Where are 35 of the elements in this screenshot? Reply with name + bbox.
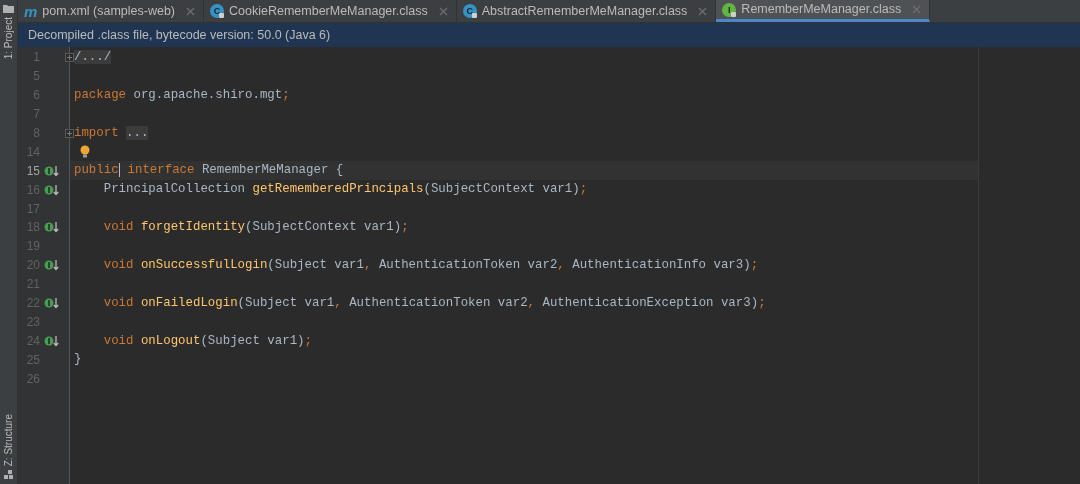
tab-label: pom.xml (samples-web) <box>42 2 175 20</box>
folder-icon <box>3 4 14 13</box>
file-tab[interactable]: I RememberMeManager.class <box>716 0 931 22</box>
line-number: 15 <box>25 162 40 180</box>
implemented-marker-icon[interactable] <box>44 334 60 347</box>
tab-label: AbstractRememberMeManager.class <box>481 2 688 20</box>
class-icon: C <box>462 4 477 18</box>
fold-icon[interactable] <box>65 128 74 138</box>
maven-icon: m <box>24 3 38 19</box>
code-line: package org.apache.shiro.mgt; <box>74 86 290 104</box>
implemented-marker-icon[interactable] <box>44 297 60 309</box>
lightbulb-icon[interactable] <box>80 144 90 159</box>
code-line: void forgetIdentity(SubjectContext var1); <box>102 219 409 237</box>
tool-window-button[interactable]: Z: Structure <box>1 413 16 480</box>
implemented-marker-icon[interactable] <box>44 164 60 177</box>
code-line: void onFailedLogin(Subject var1, AuthenticationToken var2, AuthenticationException var3); <box>102 294 766 312</box>
file-tab[interactable]: m pom.xml (samples-web) <box>18 0 204 22</box>
interface-icon: I <box>722 2 737 17</box>
tab-label: RememberMeManager.class <box>741 1 902 19</box>
implemented-marker-icon[interactable] <box>44 183 60 196</box>
code-line: import ... <box>74 124 149 142</box>
structure-icon <box>3 470 14 480</box>
implemented-marker-icon[interactable] <box>44 221 60 234</box>
implemented-marker-icon[interactable] <box>44 259 60 272</box>
code-line: public interface RememberMeManager { <box>74 162 344 180</box>
tab-label: CookieRememberMeManager.class <box>229 2 428 20</box>
banner-text: Decompiled .class file, bytecode version: 50.0 (Java 6) <box>28 26 331 44</box>
code-line: PrincipalCollection getRememberedPrincipals(SubjectContext var1); <box>102 181 588 199</box>
code-line: } <box>74 351 82 369</box>
code-line: void onSuccessfulLogin(Subject var1, AuthenticationToken var2, AuthenticationInfo var3); <box>102 256 759 274</box>
class-icon: C <box>210 4 224 18</box>
file-tab[interactable]: C CookieRememberMeManager.class <box>204 0 457 22</box>
tool-window-button[interactable]: 1: Project <box>1 4 16 60</box>
fold-icon[interactable] <box>65 52 74 62</box>
code-line: void onLogout(Subject var1); <box>102 332 312 350</box>
